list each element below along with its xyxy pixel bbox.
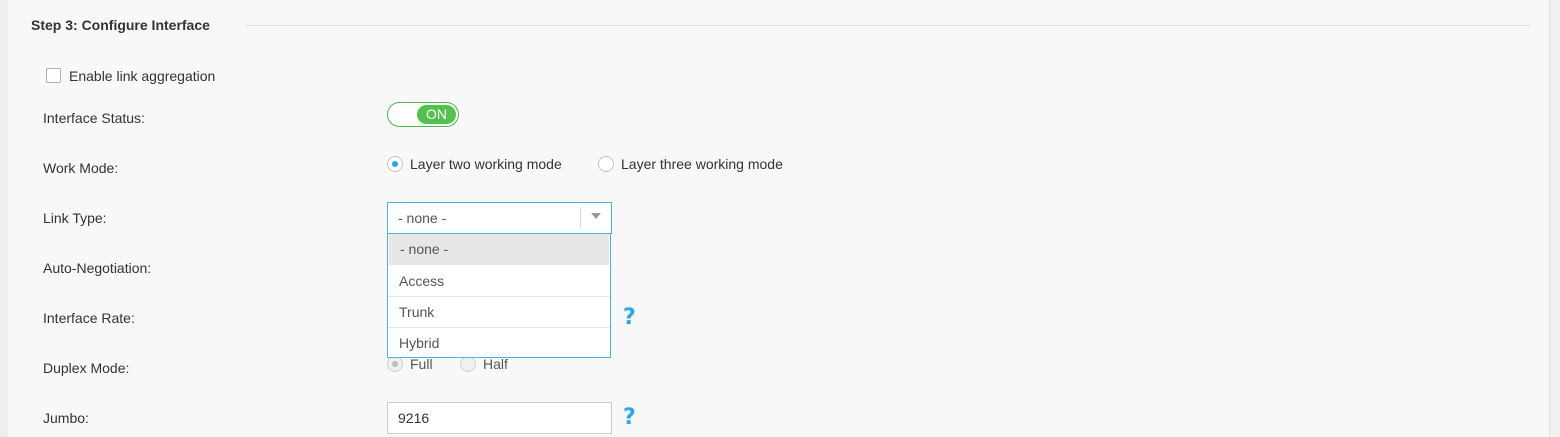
interface-rate-label: Interface Rate: bbox=[43, 310, 135, 326]
scrollbar[interactable] bbox=[1551, 0, 1560, 437]
chevron-down-icon[interactable] bbox=[591, 213, 601, 219]
work-mode-label: Work Mode: bbox=[43, 160, 119, 176]
radio-layer-three[interactable] bbox=[598, 156, 614, 172]
radio-layer-two-label[interactable]: Layer two working mode bbox=[410, 156, 562, 172]
radio-layer-two[interactable] bbox=[387, 156, 403, 172]
link-type-select[interactable]: - none - bbox=[387, 202, 612, 234]
jumbo-label: Jumbo: bbox=[43, 410, 89, 426]
dropdown-option-access[interactable]: Access bbox=[388, 266, 610, 297]
interface-status-toggle[interactable]: ON bbox=[387, 102, 459, 127]
toggle-on-knob: ON bbox=[417, 105, 456, 124]
section-divider bbox=[246, 25, 1531, 26]
link-aggregation-checkbox[interactable] bbox=[46, 68, 61, 83]
dropdown-option-trunk[interactable]: Trunk bbox=[388, 297, 610, 328]
link-type-dropdown: - none - Access Trunk Hybrid bbox=[387, 233, 611, 358]
help-icon[interactable]: ? bbox=[623, 407, 636, 429]
section-title: Step 3: Configure Interface bbox=[31, 17, 210, 33]
link-aggregation-label: Enable link aggregation bbox=[69, 68, 216, 84]
interface-status-label: Interface Status: bbox=[43, 110, 145, 126]
configure-interface-panel bbox=[8, 0, 1550, 437]
select-divider bbox=[580, 207, 581, 229]
duplex-mode-label: Duplex Mode: bbox=[43, 360, 130, 376]
radio-layer-three-label[interactable]: Layer three working mode bbox=[621, 156, 783, 172]
help-icon[interactable]: ? bbox=[623, 307, 636, 329]
dropdown-option-none[interactable]: - none - bbox=[389, 234, 609, 265]
link-type-label: Link Type: bbox=[43, 210, 107, 226]
auto-negotiation-label: Auto-Negotiation: bbox=[43, 260, 152, 276]
jumbo-input[interactable]: 9216 bbox=[387, 402, 612, 434]
link-type-select-value: - none - bbox=[398, 210, 447, 226]
dropdown-option-hybrid[interactable]: Hybrid bbox=[388, 328, 610, 359]
